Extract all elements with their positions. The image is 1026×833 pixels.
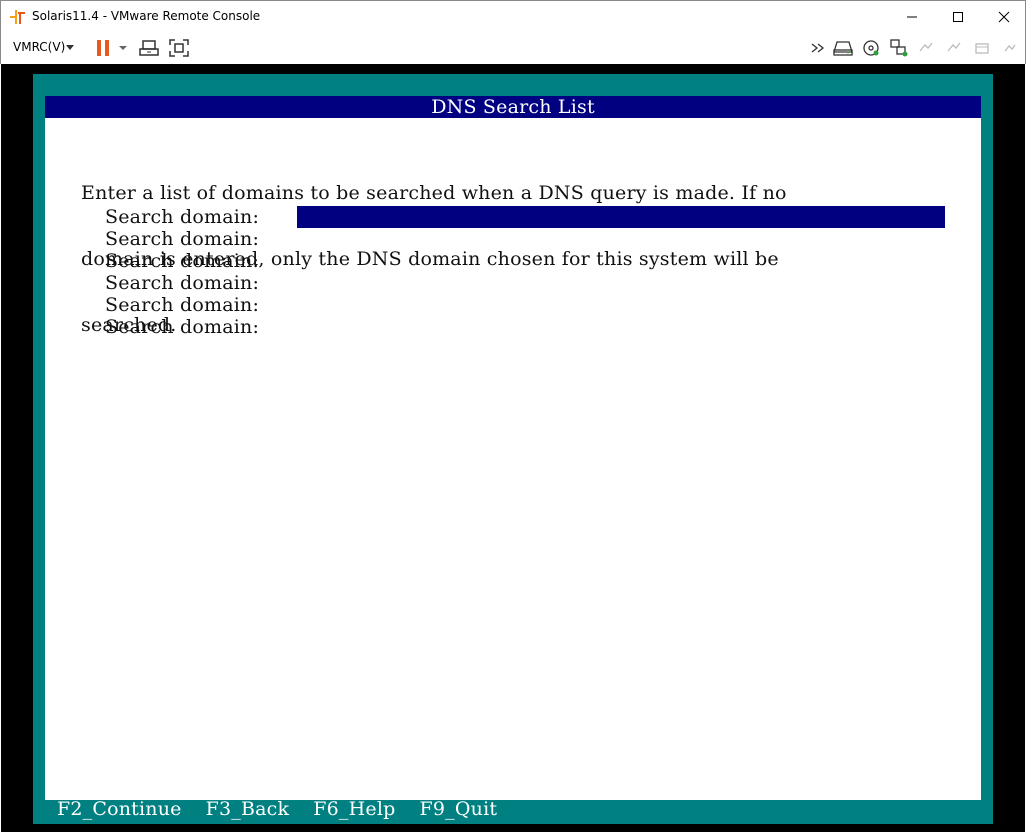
network-adapter-button[interactable] xyxy=(889,38,909,58)
vmrc-menu-button[interactable]: VMRC(V) xyxy=(13,40,65,54)
vmware-app-icon xyxy=(10,10,25,24)
more-devices-icon xyxy=(1004,44,1016,52)
usb-button-2[interactable] xyxy=(945,38,963,58)
f6-help-key[interactable]: F6_Help xyxy=(313,798,395,820)
window-titlebar: Solaris11.4 - VMware Remote Console xyxy=(0,0,1026,32)
forward-button[interactable] xyxy=(809,38,827,58)
search-domain-input[interactable] xyxy=(297,206,945,228)
description-line: Enter a list of domains to be searched w… xyxy=(81,182,787,204)
pause-icon xyxy=(97,40,109,56)
f3-back-key[interactable]: F3_Back xyxy=(206,798,290,820)
more-devices-button[interactable] xyxy=(1001,38,1019,58)
forward-icon xyxy=(811,43,825,53)
page-title: DNS Search List xyxy=(45,96,981,118)
installer-frame: DNS Search List Enter a list of domains … xyxy=(33,74,993,824)
chevron-down-icon[interactable] xyxy=(66,45,74,50)
f2-continue-key[interactable]: F2_Continue xyxy=(57,798,182,820)
printer-icon xyxy=(975,43,989,54)
close-icon xyxy=(998,11,1010,23)
usb-icon-2 xyxy=(947,42,961,52)
pause-button[interactable] xyxy=(95,38,111,58)
fullscreen-button[interactable] xyxy=(169,38,189,58)
power-options-dropdown[interactable] xyxy=(117,38,129,58)
search-domain-label: Search domain: xyxy=(105,316,260,338)
minimize-button[interactable] xyxy=(889,1,935,33)
usb-button[interactable] xyxy=(917,38,935,58)
printer-button[interactable] xyxy=(973,38,991,58)
removable-drive-icon xyxy=(833,41,853,56)
vmrc-toolbar: VMRC(V) xyxy=(0,32,1026,64)
window-title: Solaris11.4 - VMware Remote Console xyxy=(32,9,261,23)
installer-screen: DNS Search List Enter a list of domains … xyxy=(45,96,981,800)
search-domain-label: Search domain: xyxy=(105,228,260,250)
close-button[interactable] xyxy=(981,1,1026,33)
send-ctrl-alt-del-button[interactable] xyxy=(139,38,159,58)
fullscreen-icon xyxy=(169,39,189,57)
search-domain-label: Search domain: xyxy=(105,206,260,228)
maximize-icon xyxy=(953,12,963,22)
removable-drive-button[interactable] xyxy=(833,38,853,58)
vm-console[interactable]: DNS Search List Enter a list of domains … xyxy=(1,64,1025,832)
usb-icon xyxy=(919,42,933,52)
network-adapter-icon xyxy=(890,39,908,57)
send-ctrl-alt-del-icon xyxy=(139,40,159,56)
cd-dvd-button[interactable] xyxy=(861,38,881,58)
search-domain-label: Search domain: xyxy=(105,250,260,272)
minimize-icon xyxy=(907,16,917,18)
search-domain-label: Search domain: xyxy=(105,294,260,316)
cd-dvd-icon xyxy=(863,40,879,56)
search-domain-label: Search domain: xyxy=(105,272,260,294)
function-key-bar: F2_Continue F3_Back F6_Help F9_Quit xyxy=(57,798,497,820)
dropdown-caret-icon xyxy=(119,46,127,50)
f9-quit-key[interactable]: F9_Quit xyxy=(419,798,497,820)
maximize-button[interactable] xyxy=(935,1,981,33)
